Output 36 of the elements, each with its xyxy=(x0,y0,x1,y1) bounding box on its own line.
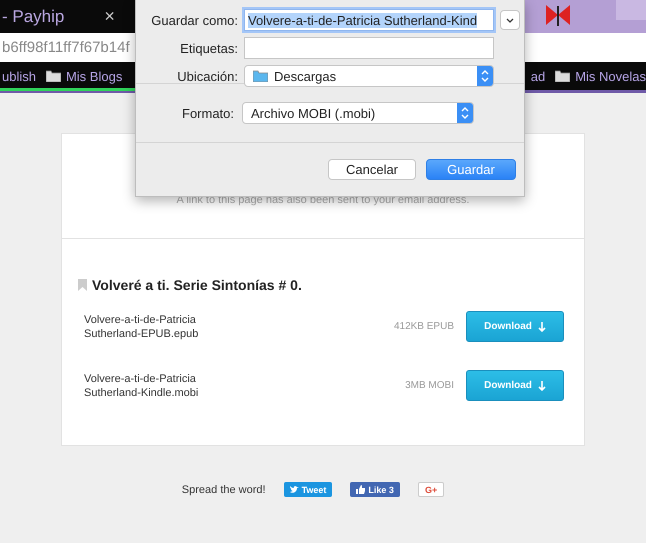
folder-icon xyxy=(253,70,268,82)
bookmark-item[interactable]: Mis Novelas xyxy=(555,68,646,84)
bird-icon xyxy=(290,486,299,494)
bookmark-item[interactable]: Mis Blogs xyxy=(46,68,122,84)
down-arrow-icon xyxy=(538,322,546,332)
chevron-icon xyxy=(506,18,514,22)
field-label: Ubicación: xyxy=(176,68,238,84)
file-name: Volvere-a-ti-de-Patricia Sutherland-EPUB.epub xyxy=(84,312,200,340)
file-size: 3MB MOBI xyxy=(405,380,454,391)
product-title: Volveré a ti. Serie Sintonías # 0. xyxy=(92,277,302,293)
stepper-icon xyxy=(457,103,474,123)
file-name: Volvere-a-ti-de-Patricia Sutherland-Kindle.mobi xyxy=(84,372,200,400)
location-select[interactable]: Descargas xyxy=(244,65,494,87)
folder-icon xyxy=(46,70,61,82)
file-size: 412KB EPUB xyxy=(394,321,454,332)
format-select[interactable]: Archivo MOBI (.mobi) xyxy=(242,102,474,124)
share-label: Spread the word! xyxy=(182,484,266,496)
address-text[interactable]: b6ff98f11ff7f67b14f xyxy=(2,39,130,56)
expand-button[interactable] xyxy=(500,10,520,30)
thumbs-up-icon xyxy=(356,485,366,494)
field-label: Formato: xyxy=(182,106,234,120)
close-icon[interactable]: × xyxy=(104,6,115,27)
google-plus-button[interactable]: G+ xyxy=(418,482,444,497)
field-label: Etiquetas: xyxy=(179,40,238,56)
save-as-field[interactable]: Volvere-a-ti-de-Patricia Sutherland-Kind xyxy=(244,9,494,31)
stepper-icon xyxy=(477,66,493,86)
folder-icon xyxy=(555,70,570,82)
bookmark-item[interactable]: ublish xyxy=(2,68,36,84)
tab-title[interactable]: - Payhip xyxy=(2,6,64,26)
down-arrow-icon xyxy=(538,380,546,390)
bookmark-item[interactable]: ad xyxy=(530,68,546,84)
bookmark-icon xyxy=(78,279,87,291)
tags-field[interactable] xyxy=(244,37,494,59)
like-button[interactable]: Like 3 xyxy=(350,482,400,497)
field-label: Guardar como: xyxy=(150,12,238,28)
cancel-button[interactable]: Cancelar xyxy=(328,159,416,180)
